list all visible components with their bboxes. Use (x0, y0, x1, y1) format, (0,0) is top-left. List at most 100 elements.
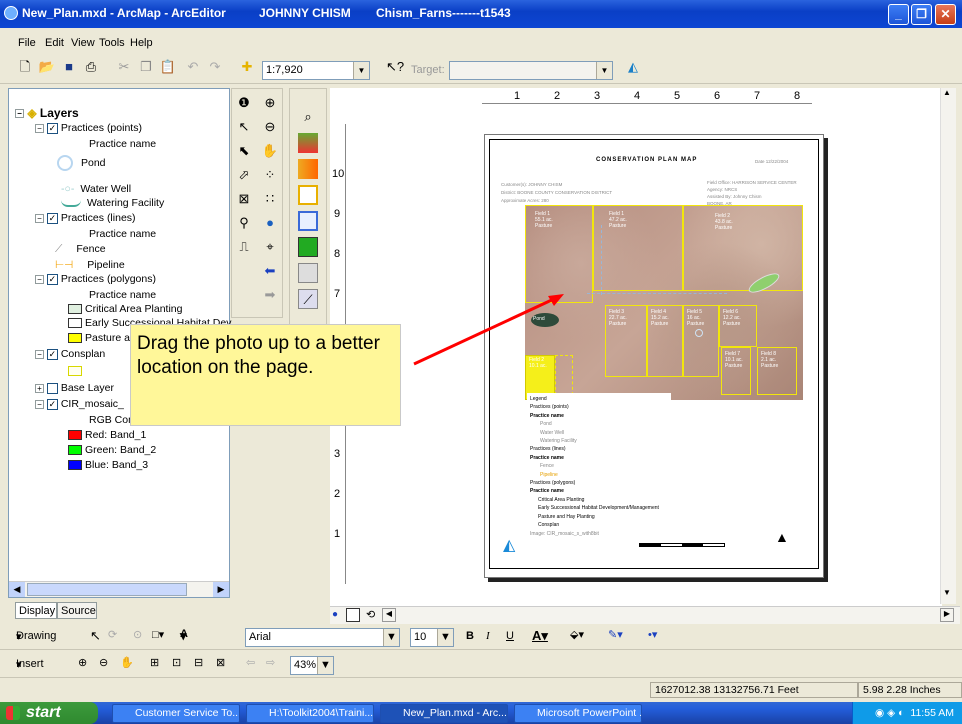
restore-button[interactable]: ❐ (911, 4, 932, 25)
collapse-icon[interactable]: − (35, 399, 44, 409)
task-toolkit-folder[interactable]: H:\Toolkit2004\Traini... (246, 704, 374, 723)
bold-button[interactable]: B (466, 630, 474, 642)
zoom-100-icon[interactable]: ⊡ (172, 656, 181, 669)
forward-extent-icon[interactable]: ➡ (260, 285, 280, 305)
task-powerpoint[interactable]: Microsoft PowerPoint ... (514, 704, 642, 723)
font-size-combo[interactable]: 10 ▼ (410, 628, 454, 647)
collapse-icon[interactable]: − (35, 213, 44, 223)
fixed-zoom-in-icon[interactable]: ⁘ (260, 165, 280, 185)
toc-item[interactable]: Practices (points) (61, 122, 142, 134)
zoom-whole-page-icon[interactable] (298, 133, 318, 153)
scale-combo[interactable]: 1:7,920 ▼ (262, 61, 370, 80)
save-icon[interactable]: ■ (60, 58, 78, 76)
fixed-zoom-out-icon[interactable]: ∷ (260, 189, 280, 209)
identify-icon[interactable]: ❶ (234, 93, 254, 113)
collapse-icon[interactable]: − (35, 274, 44, 284)
tab-source[interactable]: Source (57, 602, 97, 619)
change-layout-icon[interactable] (298, 237, 318, 257)
print-icon[interactable]: ⎙ (82, 58, 100, 76)
font-combo[interactable]: Arial ▼ (245, 628, 400, 647)
scroll-up-icon[interactable]: ▲ (943, 88, 951, 97)
italic-button[interactable]: I (486, 630, 490, 642)
expand-icon[interactable]: + (35, 383, 44, 393)
layout-pan-icon[interactable]: ⌕ (298, 107, 318, 127)
zoom-out-icon[interactable]: ⊖ (260, 117, 280, 137)
rotate-icon[interactable]: ⟳ (108, 628, 117, 641)
collapse-icon[interactable]: − (35, 349, 44, 359)
undo-icon[interactable]: ↶ (184, 58, 202, 76)
start-button[interactable]: start (0, 702, 98, 724)
open-icon[interactable]: 📂 (38, 58, 56, 76)
menu-help[interactable]: Help (130, 37, 153, 49)
clear-selection-icon[interactable]: ⊠ (234, 189, 254, 209)
back-icon[interactable]: ⇦ (246, 656, 255, 669)
rectangle-icon[interactable]: □▾ (152, 628, 164, 641)
actual-size-icon[interactable]: ⊠ (216, 656, 225, 669)
scroll-thumb[interactable] (27, 583, 187, 596)
zoom-in-fixed-icon[interactable]: ⊕ (78, 656, 87, 669)
chevron-down-icon[interactable]: ▼ (353, 62, 369, 79)
fit-width-icon[interactable]: ⊟ (194, 656, 203, 669)
select-by-graphics-icon[interactable]: ⬀ (234, 165, 254, 185)
line-color-icon[interactable]: ✎▾ (608, 628, 623, 641)
menu-file[interactable]: File (18, 37, 36, 49)
font-color-icon[interactable]: A▾ (532, 628, 548, 644)
select-features-icon[interactable]: ⬉ (234, 141, 254, 161)
select-elements-icon[interactable]: ↖ (90, 628, 101, 644)
new-document-icon[interactable]: 🗋 (16, 58, 34, 76)
toc-item[interactable]: Practices (lines) (61, 212, 136, 224)
zoom-selected-icon[interactable]: ⊙ (133, 628, 142, 641)
toc-item[interactable]: CIR_mosaic_ (61, 398, 124, 410)
layer-checkbox[interactable] (46, 382, 58, 394)
layout-vertical-scrollbar[interactable]: ▲ ▼ (940, 88, 956, 604)
copy-icon[interactable]: ❐ (137, 58, 155, 76)
menu-view[interactable]: View (71, 37, 95, 49)
layout-zoom-in-icon[interactable] (298, 185, 318, 205)
draft-mode-icon[interactable]: ⟋ (298, 289, 318, 309)
zoom-combo[interactable]: 43% ▼ (290, 656, 334, 675)
tray-icons[interactable]: ◉ ◈ ◐ (875, 707, 904, 719)
layout-zoom-out-icon[interactable] (298, 211, 318, 231)
forward-icon[interactable]: ⇨ (266, 656, 275, 669)
tab-display[interactable]: Display (15, 602, 57, 619)
data-view-icon[interactable]: ● (332, 609, 338, 620)
minimize-button[interactable]: _ (888, 4, 909, 25)
insert-menu[interactable]: Insert ▾ (16, 658, 44, 671)
scroll-left-icon[interactable]: ◀ (382, 608, 396, 622)
add-data-icon[interactable]: ✚ (238, 58, 256, 76)
refresh-icon[interactable]: ⟲ (366, 608, 375, 621)
layer-checkbox[interactable]: ✓ (46, 398, 58, 410)
underline-button[interactable]: U (506, 630, 514, 642)
collapse-icon[interactable]: − (15, 109, 24, 119)
layer-checkbox[interactable]: ✓ (46, 122, 58, 134)
chevron-down-icon[interactable]: ▼ (383, 629, 399, 646)
title-bar[interactable]: New_Plan.mxd - ArcMap - ArcEditor JOHNNY… (0, 0, 962, 28)
whats-this-icon[interactable]: ↖? (386, 58, 404, 76)
zoom-100-icon[interactable] (298, 159, 318, 179)
fill-color-icon[interactable]: ⬙▾ (570, 628, 584, 641)
scroll-down-icon[interactable]: ▼ (943, 588, 951, 597)
toc-item[interactable]: Practices (polygons) (61, 273, 156, 285)
zoom-in-icon[interactable]: ⊕ (260, 93, 280, 113)
layer-checkbox[interactable]: ✓ (46, 348, 58, 360)
map-legend[interactable]: Legend Practices (points) Practice name … (527, 393, 671, 543)
layer-checkbox[interactable]: ✓ (46, 273, 58, 285)
drawing-menu[interactable]: Drawing ▾ (16, 630, 56, 643)
scroll-left-icon[interactable]: ◀ (9, 582, 25, 597)
redo-icon[interactable]: ↷ (206, 58, 224, 76)
full-extent-icon[interactable]: ● (260, 213, 280, 233)
scroll-right-icon[interactable]: ▶ (940, 608, 954, 622)
toc-item[interactable]: Base Layer (61, 382, 114, 394)
pan-layout-icon[interactable]: ✋ (120, 656, 134, 669)
marker-color-icon[interactable]: •▾ (648, 628, 657, 641)
zoom-out-fixed-icon[interactable]: ⊖ (99, 656, 108, 669)
hyperlink-icon[interactable]: ⌖ (260, 237, 280, 257)
zoom-whole-page-icon[interactable]: ⊞ (150, 656, 159, 669)
chevron-down-icon[interactable]: ▼ (596, 62, 612, 79)
close-button[interactable]: ✕ (935, 4, 956, 25)
paste-icon[interactable]: 📋 (159, 58, 177, 76)
layer-checkbox[interactable]: ✓ (46, 212, 58, 224)
measure-icon[interactable]: ⎍ (234, 237, 254, 257)
task-arcmap[interactable]: New_Plan.mxd - Arc... (380, 704, 508, 723)
chevron-down-icon[interactable]: ▼ (317, 657, 333, 674)
